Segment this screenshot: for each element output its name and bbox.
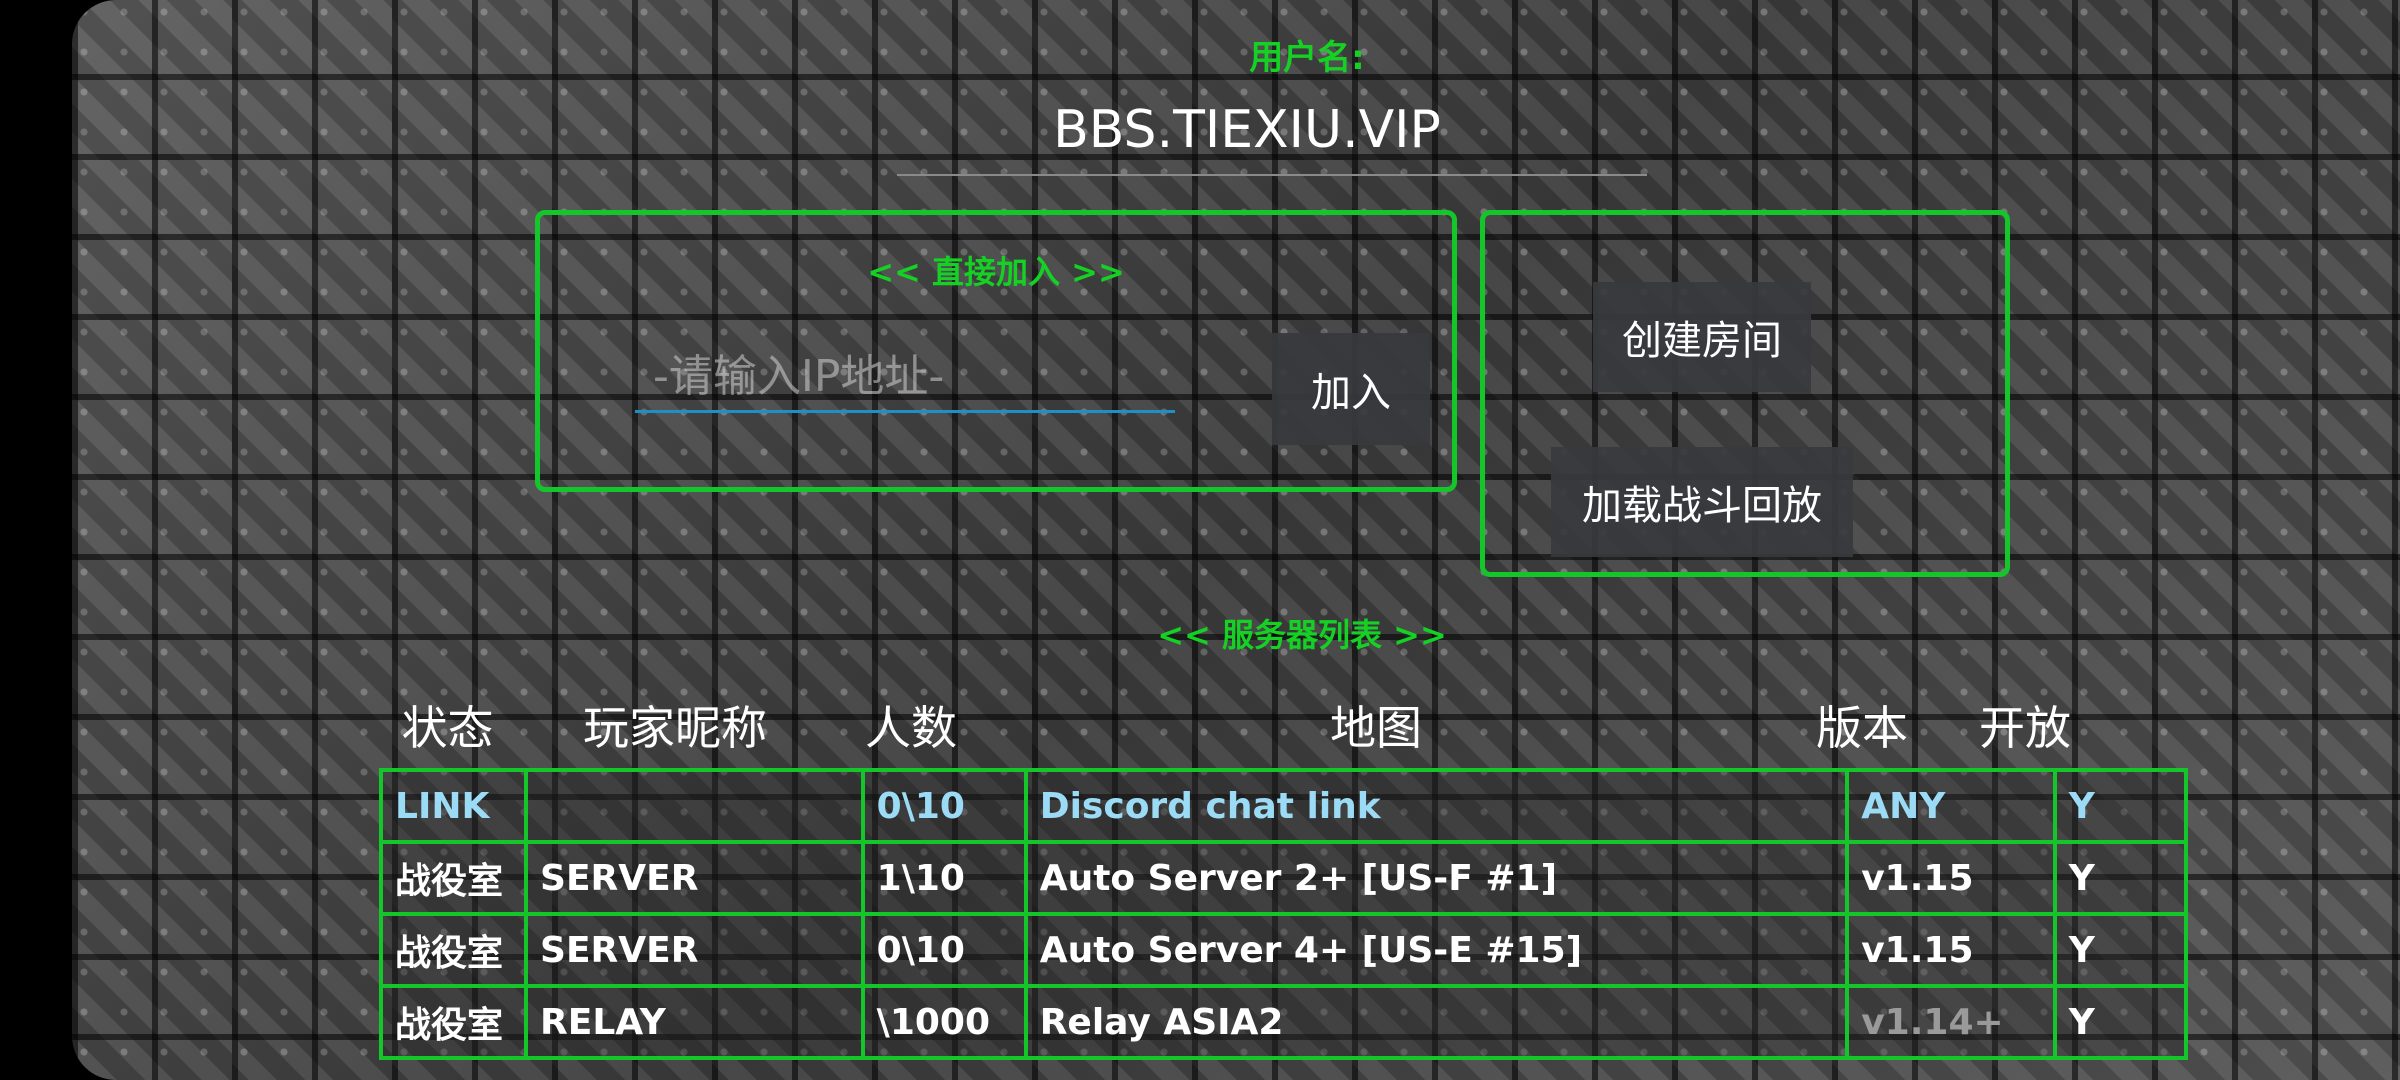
username-field[interactable]: BBS.TIEXIU.VIP — [897, 100, 1597, 160]
server-player-name: SERVER — [524, 912, 865, 988]
server-map: Auto Server 4+ [US-E #15] — [1023, 912, 1850, 988]
server-version: v1.15 — [1845, 912, 2057, 988]
server-status: LINK — [378, 768, 529, 844]
server-player-count: 0\10 — [860, 768, 1028, 844]
server-player-name: SERVER — [524, 840, 865, 916]
username-label: 用户名: — [1249, 38, 1365, 78]
server-open: Y — [2052, 912, 2189, 988]
server-version: ANY — [1845, 768, 2057, 844]
server-open: Y — [2052, 840, 2189, 916]
column-header-version: 版本 — [1816, 701, 1908, 755]
username-underline — [897, 174, 1647, 176]
server-table: LINK 0\10 Discord chat link ANY Y 战役室 SE… — [378, 768, 2189, 1060]
room-panel: 创建房间 加载战斗回放 — [1480, 210, 2010, 577]
column-header-player-name: 玩家昵称 — [583, 701, 767, 755]
server-map: Auto Server 2+ [US-F #1] — [1023, 840, 1850, 916]
server-open: Y — [2052, 984, 2189, 1060]
server-status: 战役室 — [378, 912, 529, 988]
server-map: Relay ASIA2 — [1023, 984, 1850, 1060]
column-header-open: 开放 — [1979, 701, 2071, 755]
column-header-player-count: 人数 — [865, 701, 957, 755]
server-player-count: 0\10 — [860, 912, 1028, 988]
server-list-title: << 服务器列表 >> — [1157, 616, 1447, 654]
server-player-name — [524, 768, 865, 844]
column-header-status: 状态 — [401, 701, 494, 755]
create-room-button[interactable]: 创建房间 — [1593, 282, 1811, 392]
server-player-count: 1\10 — [860, 840, 1028, 916]
server-player-name: RELAY — [524, 984, 865, 1060]
server-player-count: \1000 — [860, 984, 1028, 1060]
server-version: v1.15 — [1845, 840, 2057, 916]
server-row-link[interactable]: LINK 0\10 Discord chat link ANY Y — [378, 768, 2189, 844]
load-replay-button[interactable]: 加载战斗回放 — [1551, 447, 1853, 557]
server-row[interactable]: 战役室 SERVER 1\10 Auto Server 2+ [US-F #1]… — [378, 840, 2189, 916]
join-button[interactable]: 加入 — [1272, 333, 1430, 445]
direct-join-panel: << 直接加入 >> 加入 — [535, 210, 1457, 492]
column-header-map: 地图 — [1330, 701, 1422, 755]
direct-join-title: << 直接加入 >> — [867, 253, 1125, 291]
server-row[interactable]: 战役室 RELAY \1000 Relay ASIA2 v1.14+ Y — [378, 984, 2189, 1060]
server-row[interactable]: 战役室 SERVER 0\10 Auto Server 4+ [US-E #15… — [378, 912, 2189, 988]
server-open: Y — [2052, 768, 2189, 844]
server-status: 战役室 — [378, 984, 529, 1060]
server-status: 战役室 — [378, 840, 529, 916]
ip-address-input[interactable] — [635, 343, 1175, 413]
server-version: v1.14+ — [1845, 984, 2057, 1060]
game-lobby-screen: 用户名: BBS.TIEXIU.VIP << 直接加入 >> 加入 创建房间 加… — [72, 0, 2400, 1080]
server-map: Discord chat link — [1023, 768, 1850, 844]
